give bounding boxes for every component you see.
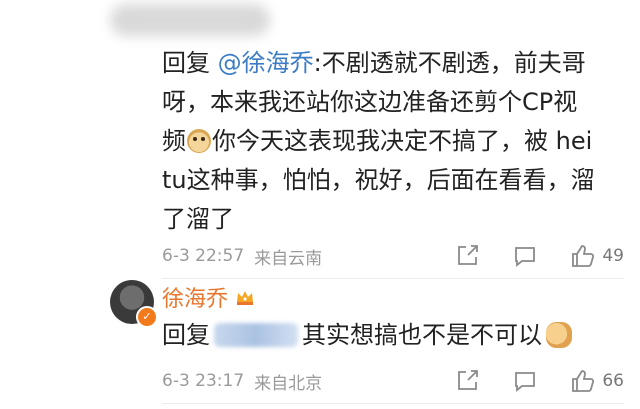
comment-2-meta: 6-3 23:17 来自北京 66: [162, 366, 624, 396]
comment-2-header: 徐海乔: [162, 282, 256, 312]
comment-icon[interactable]: [512, 368, 538, 394]
comment-text-line: tu这种事，怕怕，祝好，后面在看看，溜: [162, 166, 595, 194]
comment-text-line: 你今天这表现我决定不搞了，被 hei: [212, 127, 593, 155]
timestamp: 6-3 23:17: [162, 371, 245, 391]
share-icon[interactable]: [454, 368, 480, 394]
timestamp: 6-3 22:57: [162, 246, 245, 266]
username[interactable]: 徐海乔: [162, 281, 228, 313]
divider: [162, 278, 624, 279]
mention-link[interactable]: @徐海乔: [218, 49, 314, 77]
reply-prefix: 回复: [162, 49, 210, 77]
comment-1-actions: 49: [454, 241, 624, 271]
comment-text-line: 呀，本来我还站你这边准备还剪个CP视: [162, 88, 578, 116]
blurred-user-header: [110, 0, 280, 44]
fist-emoji-icon: [546, 322, 572, 348]
location: 来自云南: [254, 248, 323, 269]
comment-1-meta: 6-3 22:57 来自云南 49: [162, 241, 624, 271]
blurred-mention: [214, 323, 298, 347]
verified-badge-icon: ✓: [136, 306, 158, 328]
thumbs-up-icon[interactable]: [570, 243, 596, 269]
comment-2-text: 回复 其实想搞也不是不可以: [162, 318, 624, 352]
comment-text-line: 其实想搞也不是不可以: [302, 321, 542, 349]
location: 来自北京: [254, 373, 323, 394]
thumbs-up-icon[interactable]: [570, 368, 596, 394]
share-icon[interactable]: [454, 243, 480, 269]
comment-text-line: 了溜了: [162, 205, 234, 233]
comment-2-actions: 66: [454, 366, 624, 396]
comment-1-text: 回复 @徐海乔:不剧透就不剧透，前夫哥 呀，本来我还站你这边准备还剪个CP视 频…: [162, 44, 624, 239]
doge-emoji-icon: [187, 129, 211, 153]
comment-text-line: 频: [162, 127, 186, 155]
like-count: 49: [602, 246, 624, 266]
reply-prefix: 回复: [162, 321, 210, 349]
divider: [162, 403, 624, 404]
crown-icon: [234, 286, 256, 308]
like-count: 66: [602, 371, 624, 391]
comment-icon[interactable]: [512, 243, 538, 269]
comment-text-line: :不剧透就不剧透，前夫哥: [313, 49, 586, 77]
